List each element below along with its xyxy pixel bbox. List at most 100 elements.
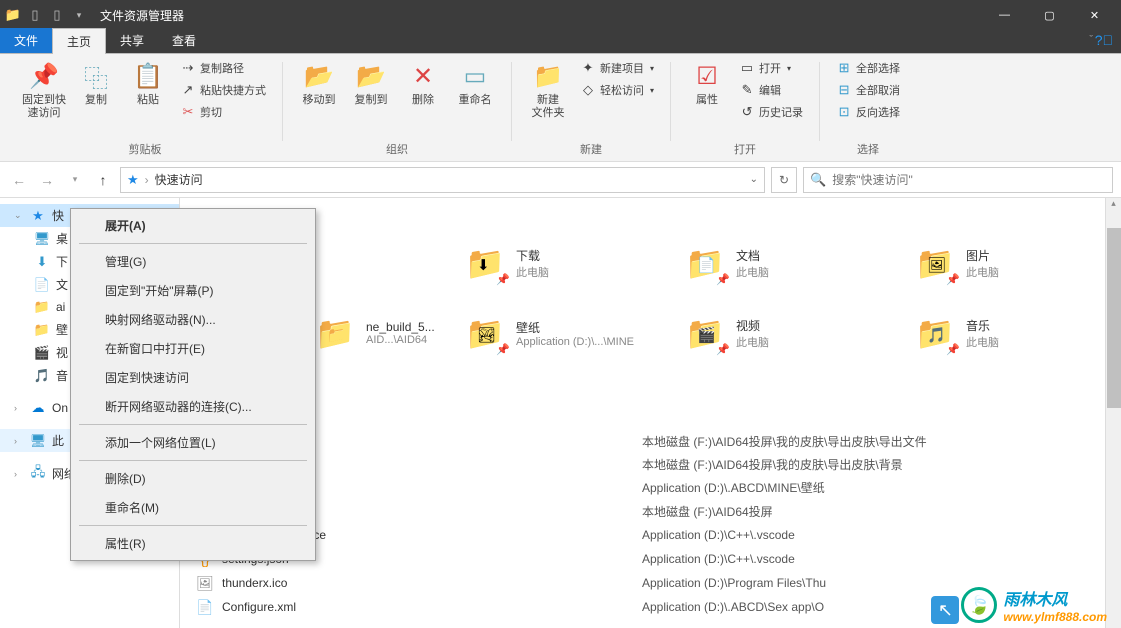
- folder-icon: 📁⬇📌: [464, 242, 506, 284]
- folder-location: AID...\AID64: [366, 334, 435, 346]
- invert-select-button[interactable]: ⊡反向选择: [832, 102, 904, 122]
- path-icon: ⇢: [180, 60, 196, 76]
- folder-location: 此电脑: [736, 334, 769, 350]
- maximize-button[interactable]: ▢: [1027, 0, 1072, 30]
- ctx-map-network[interactable]: 映射网络驱动器(N)...: [73, 305, 313, 334]
- qat-icon-2[interactable]: ▯: [48, 6, 66, 24]
- cursor-icon: ↖: [931, 596, 959, 624]
- tab-share[interactable]: 共享: [106, 28, 158, 53]
- recent-dropdown[interactable]: ▾: [64, 169, 86, 191]
- rename-button[interactable]: ▭重命名: [451, 58, 499, 109]
- ctx-pin-start[interactable]: 固定到"开始"屏幕(P): [73, 276, 313, 305]
- watermark: ↖ 🍃 雨林木风 www.ylmf888.com: [961, 586, 1107, 624]
- file-row[interactable]: 本地磁盘 (F:)\AID64投屏\我的皮肤\导出皮肤\背景: [196, 453, 1091, 476]
- ctx-add-network[interactable]: 添加一个网络位置(L): [73, 428, 313, 457]
- new-folder-icon: 📁: [532, 60, 564, 92]
- pin-quick-access-button[interactable]: 📌 固定到快 速访问: [20, 58, 68, 122]
- file-path: Application (D:)\C++\.vscode: [642, 528, 795, 542]
- copy-path-button[interactable]: ⇢复制路径: [176, 58, 270, 78]
- folder-icon: 📁📁: [314, 312, 356, 354]
- new-folder-button[interactable]: 📁新建 文件夹: [524, 58, 572, 122]
- watermark-logo-icon: 🍃: [961, 587, 997, 623]
- ribbon: 📌 固定到快 速访问 ⿻ 复制 📋 粘贴 ⇢复制路径 ↗粘贴快捷方式 ✂剪切 剪…: [0, 54, 1121, 162]
- ctx-properties[interactable]: 属性(R): [73, 529, 313, 558]
- folder-item[interactable]: 📁🎵📌音乐此电脑: [910, 308, 1120, 358]
- select-all-button[interactable]: ⊞全部选择: [832, 58, 904, 78]
- file-row[interactable]: 🖼thunderx.icoApplication (D:)\Program Fi…: [196, 571, 1091, 595]
- watermark-text-2: www.ylmf888.com: [1003, 610, 1107, 624]
- help-icon[interactable]: ?⃝: [1095, 32, 1113, 48]
- address-bar[interactable]: ★ › 快速访问 ⌄: [120, 167, 765, 193]
- paste-shortcut-button[interactable]: ↗粘贴快捷方式: [176, 80, 270, 100]
- file-path: Application (D:)\.ABCD\MINE\壁纸: [642, 479, 825, 496]
- ctx-new-window[interactable]: 在新窗口中打开(E): [73, 334, 313, 363]
- address-path: 快速访问: [155, 171, 203, 188]
- open-icon: ▭: [739, 60, 755, 76]
- delete-icon: ✕: [407, 60, 439, 92]
- file-name: Configure.xml: [222, 600, 642, 614]
- minimize-button[interactable]: —: [982, 0, 1027, 30]
- folder-icon: 📁🖼📌: [914, 242, 956, 284]
- tab-home[interactable]: 主页: [52, 28, 106, 54]
- folder-item[interactable]: 📁🏞📌壁纸Application (D:)\...\MINE: [460, 308, 670, 358]
- copyto-icon: 📂: [355, 60, 387, 92]
- group-select-label: 选择: [832, 141, 904, 161]
- up-button[interactable]: ↑: [92, 169, 114, 191]
- close-button[interactable]: ✕: [1072, 0, 1117, 30]
- file-row[interactable]: 📄12.code-workspaceApplication (D:)\C++\.…: [196, 523, 1091, 547]
- group-organize-label: 组织: [295, 141, 499, 161]
- search-box[interactable]: 🔍: [803, 167, 1113, 193]
- address-dropdown-icon[interactable]: ⌄: [750, 174, 758, 185]
- folder-item[interactable]: 📁🎬📌视频此电脑: [680, 308, 890, 358]
- select-none-button[interactable]: ⊟全部取消: [832, 80, 904, 100]
- history-button[interactable]: ↺历史记录: [735, 102, 807, 122]
- ctx-expand[interactable]: 展开(A): [73, 211, 313, 240]
- tab-file[interactable]: 文件: [0, 28, 52, 53]
- file-row[interactable]: 📄2020-05-14.rslcd本地磁盘 (F:)\AID64投屏: [196, 499, 1091, 523]
- moveto-button[interactable]: 📂移动到: [295, 58, 343, 109]
- open-button[interactable]: ▭打开▾: [735, 58, 807, 78]
- content-pane: 📁⬇📌下载此电脑📁📄📌文档此电脑📁🖼📌图片此电脑📁📁ne_build_5...A…: [180, 198, 1121, 628]
- file-row[interactable]: 本地磁盘 (F:)\AID64投屏\我的皮肤\导出皮肤\导出文件: [196, 430, 1091, 453]
- tab-view[interactable]: 查看: [158, 28, 210, 53]
- folder-icon: 📁🎬📌: [684, 312, 726, 354]
- easy-access-button[interactable]: ◇轻松访问▾: [576, 80, 658, 100]
- copyto-button[interactable]: 📂复制到: [347, 58, 395, 109]
- paste-button[interactable]: 📋 粘贴: [124, 58, 172, 109]
- ctx-delete[interactable]: 删除(D): [73, 464, 313, 493]
- qat-dropdown[interactable]: ▾: [70, 6, 88, 24]
- file-path: 本地磁盘 (F:)\AID64投屏: [642, 503, 773, 520]
- folder-item[interactable]: 📁⬇📌下载此电脑: [460, 238, 670, 288]
- properties-button[interactable]: ☑属性: [683, 58, 731, 109]
- ctx-manage[interactable]: 管理(G): [73, 247, 313, 276]
- scrollbar[interactable]: ▴: [1105, 198, 1121, 628]
- group-open-label: 打开: [683, 141, 807, 161]
- qat-icon-1[interactable]: ▯: [26, 6, 44, 24]
- refresh-button[interactable]: ↻: [771, 167, 797, 193]
- file-icon: 🖼: [196, 574, 214, 592]
- folder-icon: 📁🎵📌: [914, 312, 956, 354]
- file-path: Application (D:)\.ABCD\Sex app\O: [642, 600, 824, 614]
- folder-icon: 📁📄📌: [684, 242, 726, 284]
- ctx-rename[interactable]: 重命名(M): [73, 493, 313, 522]
- ribbon-tabs: 文件 主页 共享 查看 ˇ ?⃝: [0, 30, 1121, 54]
- folder-name: 图片: [966, 247, 999, 264]
- delete-button[interactable]: ✕删除: [399, 58, 447, 109]
- new-item-button[interactable]: ✦新建项目▾: [576, 58, 658, 78]
- file-row[interactable]: Application (D:)\.ABCD\MINE\壁纸: [196, 476, 1091, 499]
- quick-access-icon: ★: [127, 172, 139, 188]
- group-new-label: 新建: [524, 141, 658, 161]
- back-button[interactable]: ←: [8, 169, 30, 191]
- search-input[interactable]: [832, 173, 1106, 187]
- forward-button[interactable]: →: [36, 169, 58, 191]
- cut-button[interactable]: ✂剪切: [176, 102, 270, 122]
- folder-item[interactable]: 📁🖼📌图片此电脑: [910, 238, 1120, 288]
- edit-button[interactable]: ✎编辑: [735, 80, 807, 100]
- collapse-ribbon-icon[interactable]: ˇ: [1089, 34, 1093, 46]
- folder-name: 下载: [516, 247, 549, 264]
- copy-button[interactable]: ⿻ 复制: [72, 58, 120, 109]
- ctx-pin-qa[interactable]: 固定到快速访问: [73, 363, 313, 392]
- folder-item[interactable]: 📁📄📌文档此电脑: [680, 238, 890, 288]
- ctx-disconnect[interactable]: 断开网络驱动器的连接(C)...: [73, 392, 313, 421]
- file-row[interactable]: {}settings.jsonApplication (D:)\C++\.vsc…: [196, 547, 1091, 571]
